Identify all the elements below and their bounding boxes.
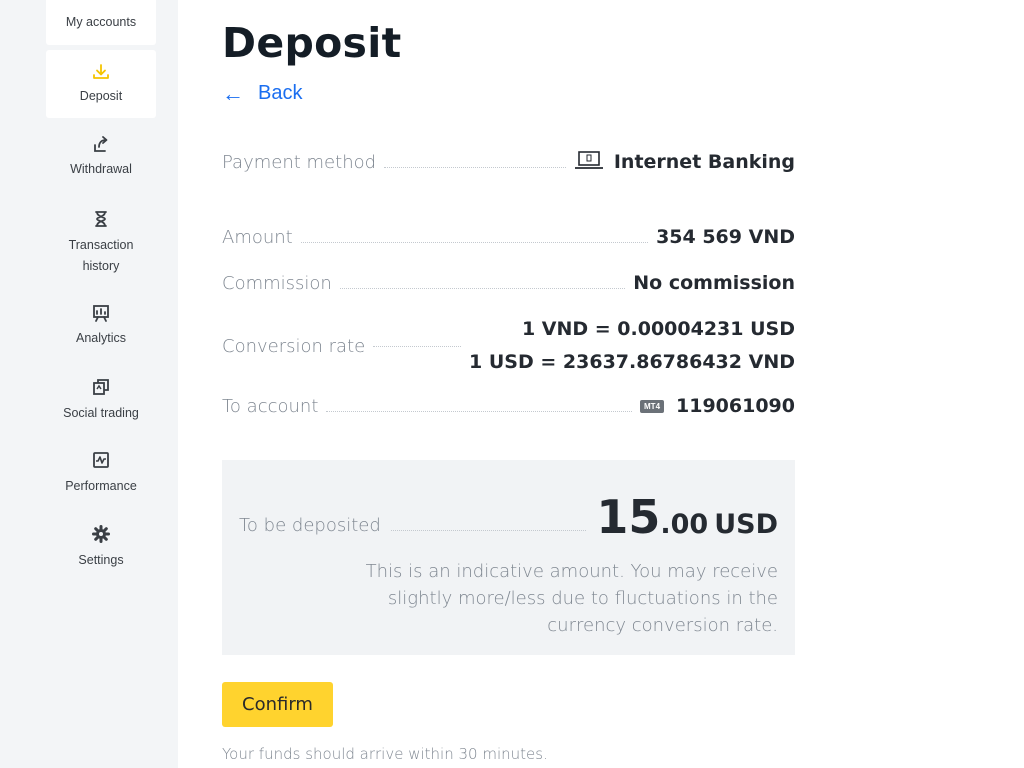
sidebar-item-analytics[interactable]: Analytics bbox=[46, 303, 156, 349]
commission-label: Commission bbox=[222, 273, 332, 294]
dotted-leader bbox=[390, 529, 587, 531]
conversion-rate-line1: 1 VND = 0.00004231 USD bbox=[521, 318, 795, 340]
to-be-deposited-row: To be deposited 15.00 USD bbox=[239, 492, 778, 542]
gear-icon bbox=[92, 525, 110, 543]
sidebar-item-performance[interactable]: Performance bbox=[46, 450, 156, 497]
laptop-icon bbox=[574, 151, 603, 169]
dotted-leader bbox=[384, 166, 566, 168]
payment-method-text: Internet Banking bbox=[613, 151, 795, 173]
deposit-summary: To be deposited 15.00 USD This is an indi… bbox=[222, 460, 795, 655]
amount-label: Amount bbox=[222, 227, 293, 248]
conversion-rate-line2: 1 USD = 23637.86786432 VND bbox=[469, 351, 795, 373]
deposited-amount: 15.00 USD bbox=[596, 492, 778, 542]
confirm-button[interactable]: Confirm bbox=[222, 682, 333, 727]
sidebar: My accounts Deposit Withdrawal Transacti… bbox=[0, 0, 178, 768]
to-account-value: MT4 119061090 bbox=[640, 395, 795, 417]
accounts-icon bbox=[91, 0, 111, 12]
sidebar-item-transaction-history[interactable]: Transaction history bbox=[46, 209, 156, 277]
withdrawal-icon bbox=[94, 136, 108, 152]
deposit-icon bbox=[93, 64, 109, 79]
amount-value: 354 569 VND bbox=[656, 226, 795, 248]
payment-method-value: Internet Banking bbox=[574, 150, 795, 173]
commission-value: No commission bbox=[633, 272, 795, 294]
sidebar-item-withdrawal[interactable]: Withdrawal bbox=[46, 135, 156, 180]
conversion-rate-label: Conversion rate bbox=[222, 335, 366, 357]
amount-row: Amount 354 569 VND bbox=[222, 226, 795, 248]
dotted-leader bbox=[373, 345, 462, 347]
indicative-note: This is an indicative amount. You may re… bbox=[365, 561, 778, 636]
conversion-rate-row: Conversion rate 1 VND = 0.00004231 USD 1… bbox=[222, 313, 795, 379]
commission-row: Commission No commission bbox=[222, 272, 795, 294]
sidebar-item-label: My accounts bbox=[65, 15, 137, 29]
dotted-leader bbox=[326, 410, 633, 412]
back-label: Back bbox=[258, 82, 303, 104]
payment-method-label: Payment method bbox=[222, 152, 377, 173]
sidebar-item-deposit[interactable]: Deposit bbox=[46, 50, 156, 118]
sidebar-item-label: Performance bbox=[65, 479, 137, 493]
sidebar-item-label: Deposit bbox=[79, 89, 123, 103]
to-account-number: 119061090 bbox=[676, 395, 795, 417]
sidebar-item-label: Settings bbox=[78, 553, 124, 567]
funds-arrival-note: Your funds should arrive within 30 minut… bbox=[222, 745, 548, 763]
amount-decimal: .00 bbox=[660, 509, 709, 540]
amount-integer: 15 bbox=[596, 490, 661, 544]
page-title: Deposit bbox=[222, 19, 402, 67]
performance-icon bbox=[93, 452, 109, 468]
hourglass-icon bbox=[95, 211, 107, 227]
mt4-badge: MT4 bbox=[640, 400, 665, 413]
amount-currency: USD bbox=[714, 509, 778, 540]
dotted-leader bbox=[339, 287, 626, 289]
sidebar-item-label: Social trading bbox=[63, 406, 139, 420]
to-account-label: To account bbox=[222, 396, 319, 417]
conversion-rate-values: 1 VND = 0.00004231 USD 1 USD = 23637.867… bbox=[469, 313, 795, 379]
sidebar-item-label: Analytics bbox=[75, 331, 127, 345]
analytics-icon bbox=[93, 305, 109, 322]
sidebar-item-label: Transaction history bbox=[68, 238, 134, 273]
payment-method-row: Payment method Internet Banking bbox=[222, 150, 795, 173]
social-trading-icon bbox=[93, 379, 109, 395]
sidebar-item-social-trading[interactable]: Social trading bbox=[46, 377, 156, 424]
dotted-leader bbox=[300, 241, 649, 243]
sidebar-item-my-accounts[interactable]: My accounts bbox=[46, 0, 156, 45]
to-account-row: To account MT4 119061090 bbox=[222, 395, 795, 417]
sidebar-item-label: Withdrawal bbox=[70, 162, 132, 176]
to-be-deposited-label: To be deposited bbox=[239, 515, 381, 536]
arrow-left-icon: ← bbox=[222, 80, 244, 106]
back-link[interactable]: ← Back bbox=[222, 82, 302, 105]
sidebar-item-settings[interactable]: Settings bbox=[46, 524, 156, 571]
